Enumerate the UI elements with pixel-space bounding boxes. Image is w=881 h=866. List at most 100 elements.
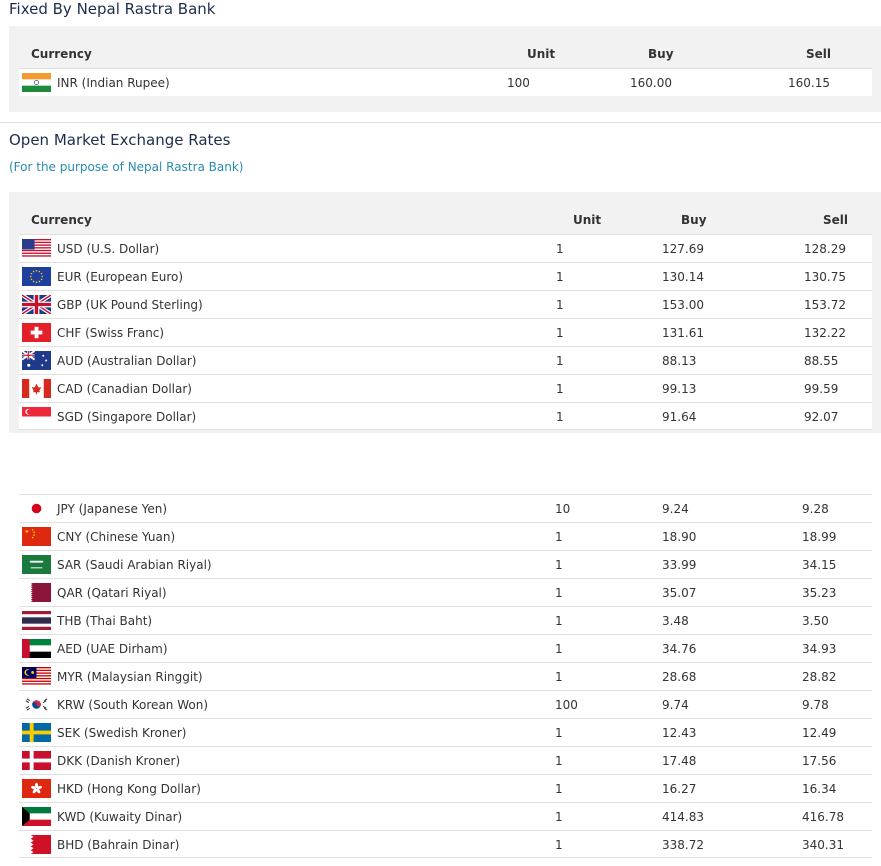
table-row: SGD (Singapore Dollar) 1 91.64 92.07 — [19, 402, 872, 430]
flag-japan-icon — [22, 499, 51, 518]
sell-rate: 18.99 — [802, 530, 837, 544]
flag-bahrain-icon — [22, 835, 51, 854]
buy-rate: 88.13 — [662, 354, 697, 368]
sell-rate: 99.59 — [804, 382, 839, 396]
table-row: QAR (Qatari Riyal) 1 35.07 35.23 — [19, 578, 872, 606]
buy-rate: 91.64 — [662, 410, 697, 424]
sell-rate: 9.28 — [802, 502, 829, 516]
currency-name: SGD (Singapore Dollar) — [57, 410, 197, 424]
open-market-panel-continued: JPY (Japanese Yen) 10 9.24 9.28 CNY (Chinese… — [9, 491, 881, 866]
currency-name: MYR (Malaysian Ringgit) — [57, 670, 203, 684]
unit-value: 1 — [555, 838, 563, 852]
unit-value: 1 — [555, 586, 563, 600]
sell-rate: 3.50 — [802, 614, 829, 628]
buy-rate: 9.24 — [662, 502, 689, 516]
buy-rate: 99.13 — [662, 382, 697, 396]
flag-canada-icon — [22, 379, 51, 398]
flag-kuwait-icon — [22, 807, 51, 826]
currency-name: SAR (Saudi Arabian Riyal) — [57, 558, 212, 572]
currency-name: HKD (Hong Kong Dollar) — [57, 782, 201, 796]
buy-rate: 12.43 — [662, 726, 697, 740]
buy-rate: 28.68 — [662, 670, 697, 684]
unit-value: 1 — [556, 382, 564, 396]
table-row: HKD (Hong Kong Dollar) 1 16.27 16.34 — [19, 774, 872, 802]
flag-switzerland-icon — [22, 323, 51, 342]
open-market-panel: Currency Unit Buy Sell USD (U.S. Dollar)… — [9, 192, 881, 433]
flag-qatar-icon — [22, 583, 51, 602]
open-market-table: USD (U.S. Dollar) 1 127.69 128.29 EUR (Europ… — [19, 234, 872, 432]
section-divider — [0, 122, 881, 123]
flag-denmark-icon — [22, 751, 51, 770]
fixed-rates-panel: Currency Unit Buy Sell INR (Indian Rupee… — [9, 26, 881, 112]
currency-name: BHD (Bahrain Dinar) — [57, 838, 180, 852]
currency-name: EUR (European Euro) — [57, 270, 184, 284]
unit-value: 100 — [507, 76, 530, 90]
flag-india-icon — [22, 73, 51, 92]
currency-name: KRW (South Korean Won) — [57, 698, 209, 712]
table-row: CNY (Chinese Yuan) 1 18.90 18.99 — [19, 522, 872, 550]
header-unit: Unit — [573, 213, 602, 227]
unit-value: 1 — [556, 410, 564, 424]
flag-singapore-icon — [22, 407, 51, 426]
unit-value: 1 — [555, 726, 563, 740]
open-market-title: Open Market Exchange Rates — [9, 131, 231, 149]
unit-value: 10 — [555, 502, 571, 516]
currency-name: GBP (UK Pound Sterling) — [57, 298, 203, 312]
sell-rate: 34.15 — [802, 558, 837, 572]
header-currency: Currency — [31, 47, 92, 61]
header-unit: Unit — [527, 47, 556, 61]
flag-uae-icon — [22, 639, 51, 658]
table-row: CHF (Swiss Franc) 1 131.61 132.22 — [19, 318, 872, 346]
buy-rate: 33.99 — [662, 558, 697, 572]
fixed-rates-title: Fixed By Nepal Rastra Bank — [9, 0, 216, 18]
currency-name: CHF (Swiss Franc) — [57, 326, 165, 340]
unit-value: 1 — [555, 530, 563, 544]
buy-rate: 131.61 — [662, 326, 704, 340]
open-market-table-continued: JPY (Japanese Yen) 10 9.24 9.28 CNY (Chinese… — [19, 491, 872, 866]
unit-value: 1 — [555, 782, 563, 796]
buy-rate: 127.69 — [662, 242, 704, 256]
currency-name: DKK (Danish Kroner) — [57, 754, 181, 768]
flag-china-icon — [22, 527, 51, 546]
flag-thailand-icon — [22, 611, 51, 630]
sell-rate: 12.49 — [802, 726, 837, 740]
flag-usa-icon — [22, 239, 51, 258]
sell-rate: 16.34 — [802, 782, 837, 796]
unit-value: 1 — [556, 242, 564, 256]
buy-rate: 16.27 — [662, 782, 697, 796]
currency-name: AED (UAE Dirham) — [57, 642, 168, 656]
flag-malaysia-icon — [22, 667, 51, 686]
sell-rate: 88.55 — [804, 354, 839, 368]
currency-name: CNY (Chinese Yuan) — [57, 530, 176, 544]
sell-rate: 153.72 — [804, 298, 846, 312]
unit-value: 1 — [555, 642, 563, 656]
flag-saudi-arabia-icon — [22, 555, 51, 574]
buy-rate: 130.14 — [662, 270, 704, 284]
header-currency: Currency — [31, 213, 92, 227]
table-row: BHD (Bahrain Dinar) 1 338.72 340.31 — [19, 830, 872, 858]
table-row: CAD (Canadian Dollar) 1 99.13 99.59 — [19, 374, 872, 402]
table-row: KRW (South Korean Won) 100 9.74 9.78 — [19, 690, 872, 718]
flag-south-korea-icon — [22, 695, 51, 714]
sell-rate: 9.78 — [802, 698, 829, 712]
currency-name: INR (Indian Rupee) — [57, 76, 170, 90]
table-row: AED (UAE Dirham) 1 34.76 34.93 — [19, 634, 872, 662]
unit-value: 100 — [555, 698, 578, 712]
table-row: EUR (European Euro) 1 130.14 130.75 — [19, 262, 872, 290]
sell-rate: 35.23 — [802, 586, 837, 600]
buy-rate: 9.74 — [662, 698, 689, 712]
unit-value: 1 — [555, 810, 563, 824]
table-row: MYR (Malaysian Ringgit) 1 28.68 28.82 — [19, 662, 872, 690]
header-sell: Sell — [806, 47, 832, 61]
buy-rate: 18.90 — [662, 530, 697, 544]
table-row: KWD (Kuwaity Dinar) 1 414.83 416.78 — [19, 802, 872, 830]
buy-rate: 3.48 — [662, 614, 689, 628]
currency-name: USD (U.S. Dollar) — [57, 242, 160, 256]
table-row: DKK (Danish Kroner) 1 17.48 17.56 — [19, 746, 872, 774]
currency-name: CAD (Canadian Dollar) — [57, 382, 192, 396]
unit-value: 1 — [555, 558, 563, 572]
table-row: SEK (Swedish Kroner) 1 12.43 12.49 — [19, 718, 872, 746]
table-row: JPY (Japanese Yen) 10 9.24 9.28 — [19, 494, 872, 522]
table-row: SAR (Saudi Arabian Riyal) 1 33.99 34.15 — [19, 550, 872, 578]
unit-value: 1 — [556, 270, 564, 284]
